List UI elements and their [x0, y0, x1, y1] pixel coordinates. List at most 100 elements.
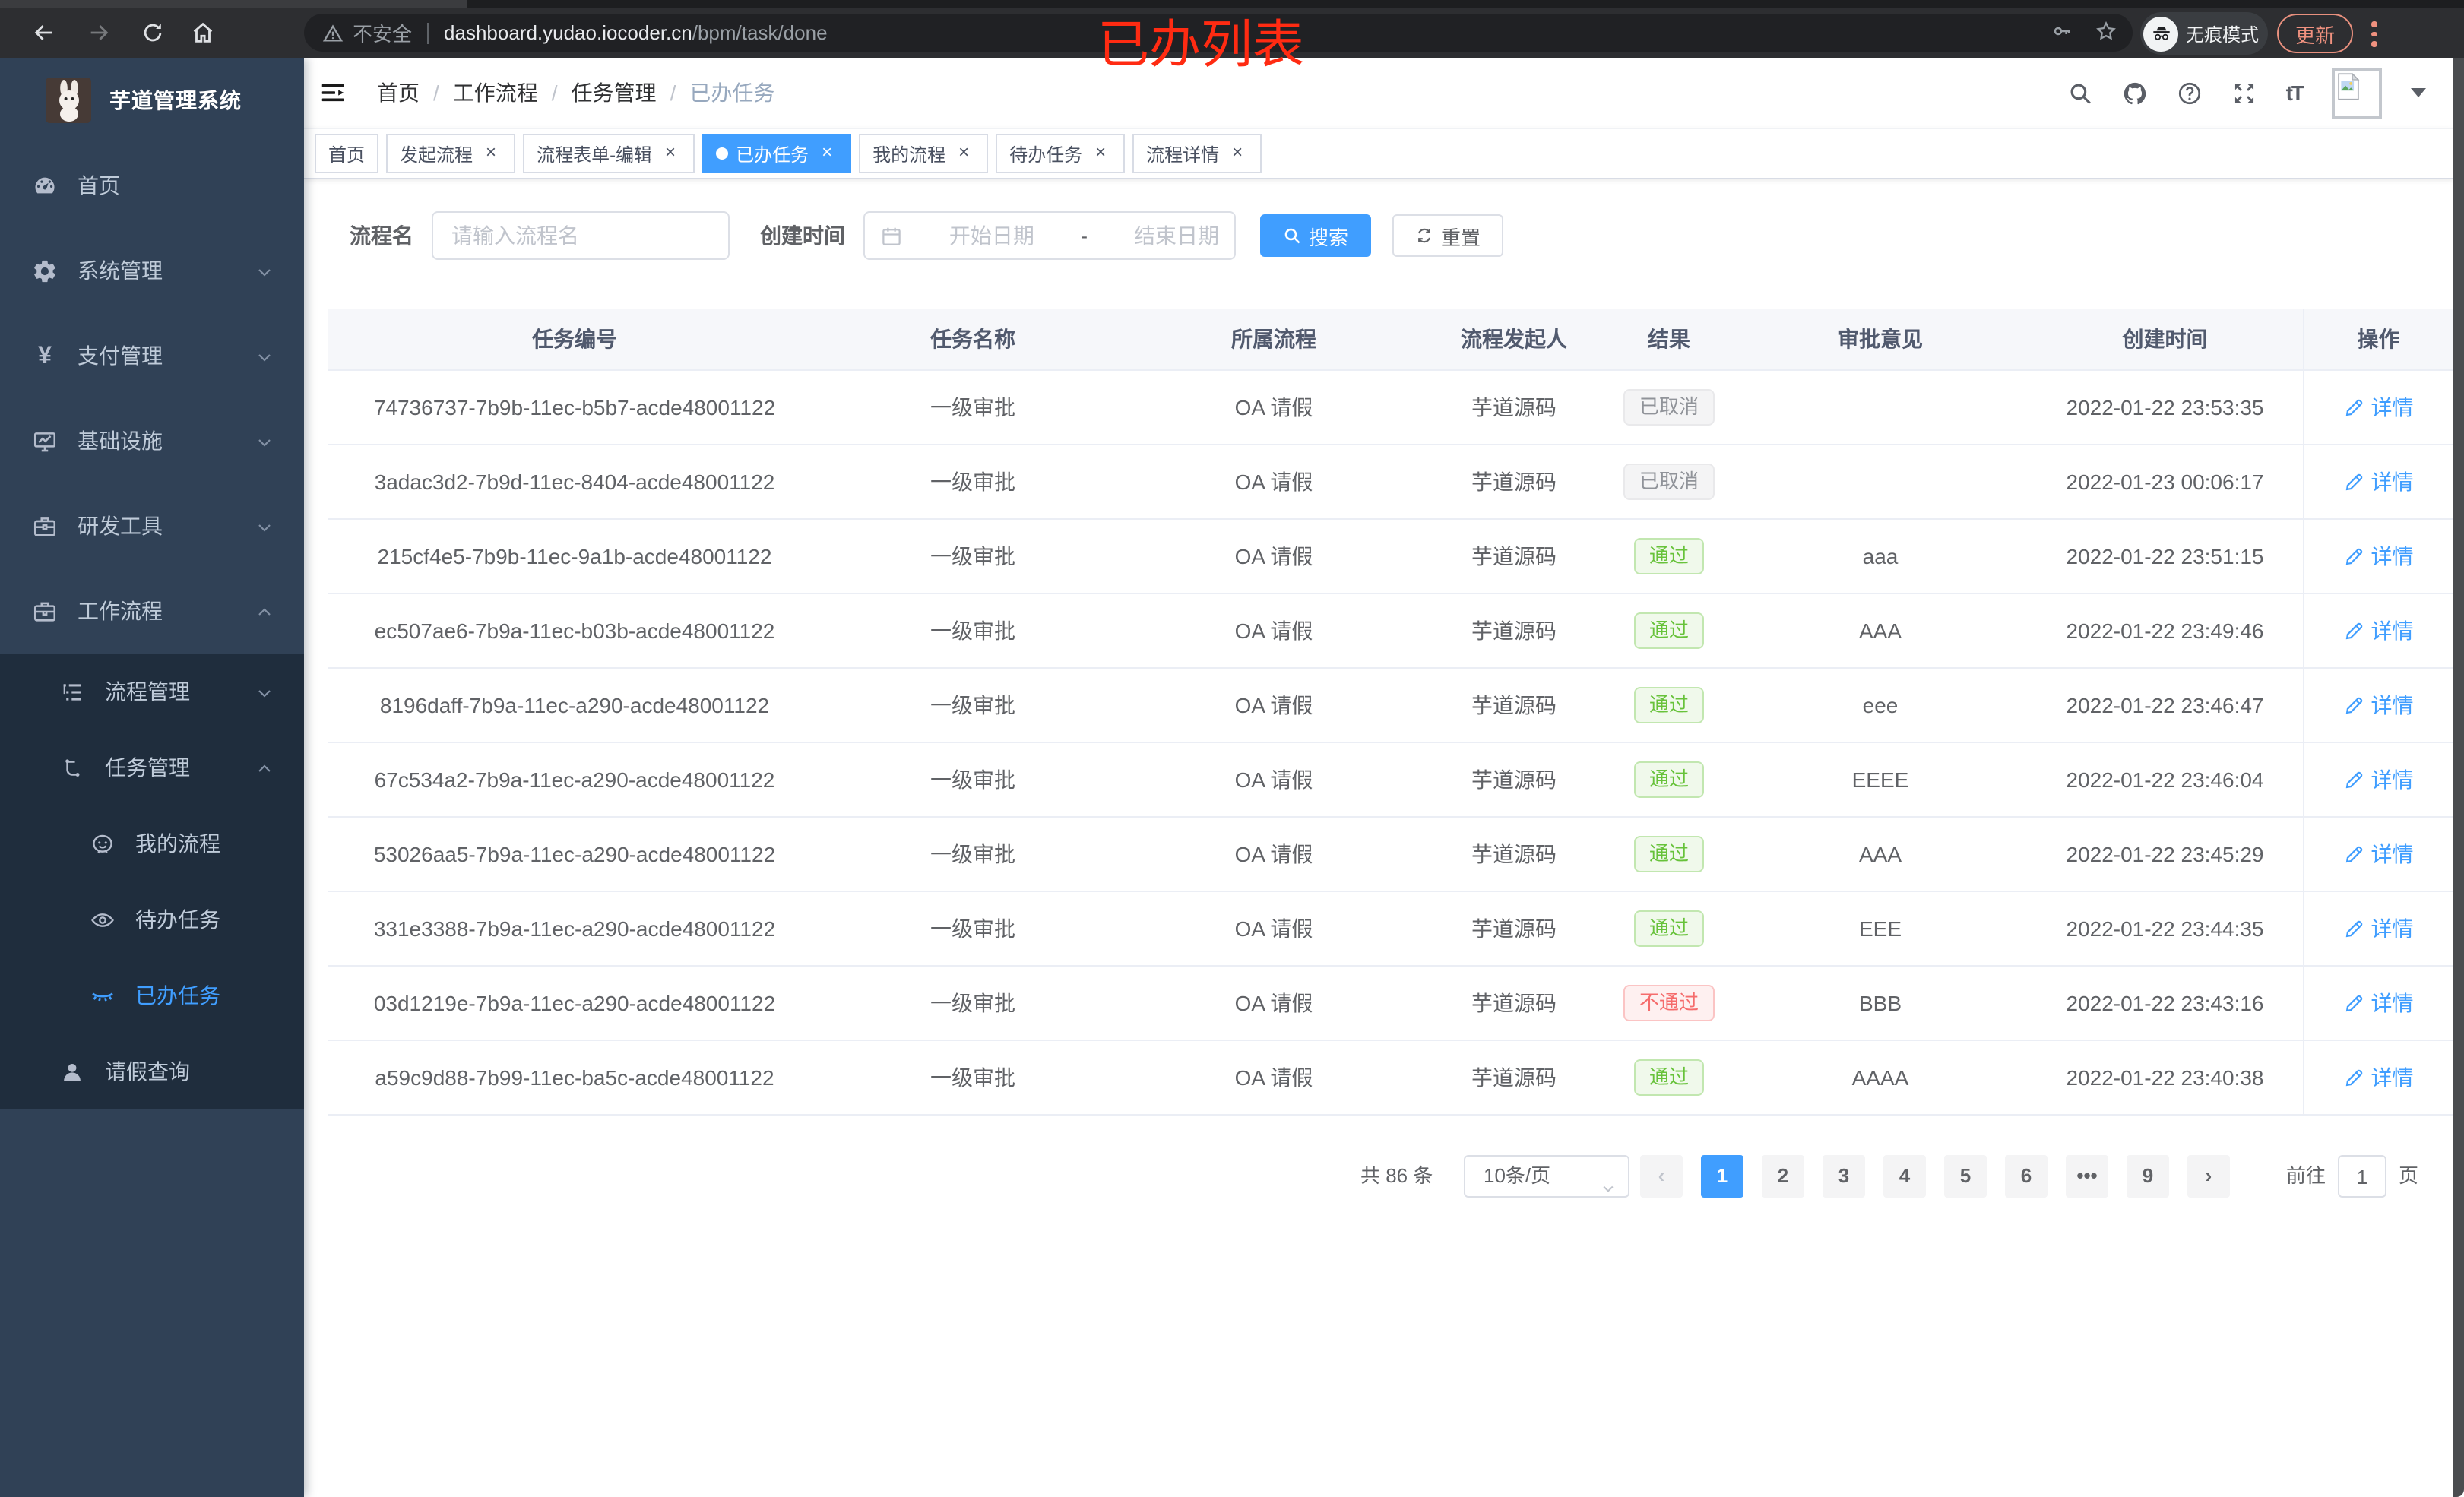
back-icon[interactable] [30, 20, 56, 46]
key-icon[interactable] [2051, 19, 2073, 46]
forward-icon[interactable] [87, 20, 112, 46]
sidebar-item-task-mgmt[interactable]: 任务管理 [0, 730, 304, 805]
close-icon[interactable]: × [816, 142, 838, 164]
close-icon[interactable]: × [660, 142, 681, 164]
tab-my-process[interactable]: 我的流程 × [859, 134, 989, 173]
close-icon[interactable]: × [953, 142, 974, 164]
navbar-tools: tT [2067, 58, 2426, 128]
page-button-4[interactable]: 4 [1883, 1155, 1926, 1198]
prev-page-button[interactable]: ‹ [1640, 1155, 1683, 1198]
star-icon[interactable] [2095, 19, 2117, 46]
reload-icon[interactable] [140, 20, 166, 46]
sidebar-item-done-tasks[interactable]: 已办任务 [0, 957, 304, 1033]
home-icon[interactable] [190, 20, 216, 46]
detail-button[interactable]: 详情 [2344, 913, 2414, 943]
sidebar-item-my-process[interactable]: 我的流程 [0, 805, 304, 881]
detail-button[interactable]: 详情 [2344, 764, 2414, 794]
search-icon[interactable] [2067, 80, 2093, 106]
detail-label: 详情 [2371, 692, 2414, 717]
breadcrumb-item[interactable]: 工作流程 [453, 81, 538, 105]
detail-button[interactable]: 详情 [2344, 615, 2414, 645]
goto-page-input[interactable] [2338, 1155, 2387, 1198]
breadcrumb-item[interactable]: 首页 [377, 81, 420, 105]
cell-comment: EEE [1733, 891, 2028, 966]
font-size-icon[interactable]: tT [2286, 80, 2304, 106]
close-icon[interactable]: × [480, 142, 502, 164]
pages-ellipsis[interactable]: ••• [2066, 1155, 2108, 1198]
github-icon[interactable] [2122, 80, 2148, 106]
sidebar-toggle-icon[interactable] [319, 79, 347, 106]
cell-name: 一级审批 [821, 369, 1125, 445]
browser-menu-icon[interactable] [2371, 21, 2377, 51]
sidebar-item-infrastructure[interactable]: 基础设施 [0, 398, 304, 483]
detail-button[interactable]: 详情 [2344, 1062, 2414, 1092]
calendar-icon [880, 224, 903, 247]
cell-comment: AAAA [1733, 1040, 2028, 1115]
tab-home[interactable]: 首页 [315, 134, 379, 173]
detail-label: 详情 [2371, 767, 2414, 791]
avatar[interactable] [2332, 68, 2382, 118]
sidebar-item-label: 待办任务 [135, 907, 220, 932]
scrollbar[interactable] [2453, 58, 2464, 1497]
sidebar-item-label: 系统管理 [78, 258, 163, 283]
page-size-select[interactable]: 10条/页 [1464, 1155, 1629, 1198]
search-button[interactable]: 搜索 [1260, 214, 1372, 257]
detail-button[interactable]: 详情 [2344, 838, 2414, 869]
sidebar-item-dev-tools[interactable]: 研发工具 [0, 483, 304, 568]
screenshot-root: 不安全 dashboard.yudao.iocoder.cn/bpm/task/… [0, 0, 2464, 1497]
cell-id: 67c534a2-7b9a-11ec-a290-acde48001122 [328, 742, 821, 817]
fullscreen-icon[interactable] [2231, 80, 2257, 106]
date-range-input[interactable]: 开始日期 - 结束日期 [863, 211, 1236, 260]
sidebar-item-leave-query[interactable]: 请假查询 [0, 1033, 304, 1109]
sidebar-item-label: 研发工具 [78, 514, 163, 538]
sidebar-item-home[interactable]: 首页 [0, 143, 304, 228]
cell-create-time: 2022-01-23 00:06:17 [2028, 444, 2303, 519]
tab-start-process[interactable]: 发起流程 × [386, 134, 516, 173]
cell-name: 一级审批 [821, 593, 1125, 668]
tab-done-tasks[interactable]: 已办任务 × [702, 134, 852, 173]
page-button-9[interactable]: 9 [2127, 1155, 2169, 1198]
sidebar-item-todo-tasks[interactable]: 待办任务 [0, 881, 304, 957]
cell-id: 74736737-7b9b-11ec-b5b7-acde48001122 [328, 369, 821, 445]
update-button[interactable]: 更新 [2277, 14, 2354, 53]
page-button-5[interactable]: 5 [1944, 1155, 1987, 1198]
cell-starter: 芋道源码 [1423, 444, 1605, 519]
reset-button[interactable]: 重置 [1392, 214, 1504, 257]
detail-button[interactable]: 详情 [2344, 689, 2414, 720]
detail-button[interactable]: 详情 [2344, 466, 2414, 496]
total-count: 共 86 条 [1360, 1164, 1433, 1187]
help-icon[interactable] [2177, 80, 2203, 106]
security-label[interactable]: 不安全 [353, 18, 412, 47]
cell-actions: 详情 [2302, 1040, 2453, 1115]
sidebar-item-process-mgmt[interactable]: 流程管理 [0, 654, 304, 730]
create-time-label: 创建时间 [760, 223, 845, 248]
detail-button[interactable]: 详情 [2344, 987, 2414, 1018]
sidebar-logo-row[interactable]: 芋道管理系统 [0, 58, 304, 143]
caret-down-icon[interactable] [2411, 88, 2426, 105]
pen-icon [2344, 843, 2365, 864]
process-name-input[interactable]: 请输入流程名 [432, 211, 730, 260]
column-header-id: 任务编号 [328, 309, 821, 370]
sidebar-item-workflow[interactable]: 工作流程 [0, 568, 304, 654]
detail-button[interactable]: 详情 [2344, 540, 2414, 571]
sidebar-item-payment[interactable]: ¥ 支付管理 [0, 313, 304, 398]
tab-form-edit[interactable]: 流程表单-编辑 × [523, 134, 695, 173]
page-button-2[interactable]: 2 [1762, 1155, 1804, 1198]
page-button-6[interactable]: 6 [2005, 1155, 2048, 1198]
close-icon[interactable]: × [1227, 142, 1248, 164]
sidebar-item-system[interactable]: 系统管理 [0, 228, 304, 313]
url-path: /bpm/task/done [692, 21, 828, 44]
tab-todo-tasks[interactable]: 待办任务 × [996, 134, 1126, 173]
goto-page: 前往 页 [2286, 1155, 2418, 1198]
tab-process-detail[interactable]: 流程详情 × [1132, 134, 1262, 173]
detail-label: 详情 [2371, 990, 2414, 1014]
cell-name: 一级审批 [821, 667, 1125, 742]
breadcrumb-item[interactable]: 任务管理 [572, 81, 657, 105]
next-page-button[interactable]: › [2187, 1155, 2230, 1198]
cell-flow: OA 请假 [1125, 891, 1423, 966]
close-icon[interactable]: × [1090, 142, 1111, 164]
date-start-placeholder: 开始日期 [949, 223, 1034, 248]
detail-button[interactable]: 详情 [2344, 391, 2414, 422]
page-button-1[interactable]: 1 [1701, 1155, 1743, 1198]
page-button-3[interactable]: 3 [1823, 1155, 1865, 1198]
